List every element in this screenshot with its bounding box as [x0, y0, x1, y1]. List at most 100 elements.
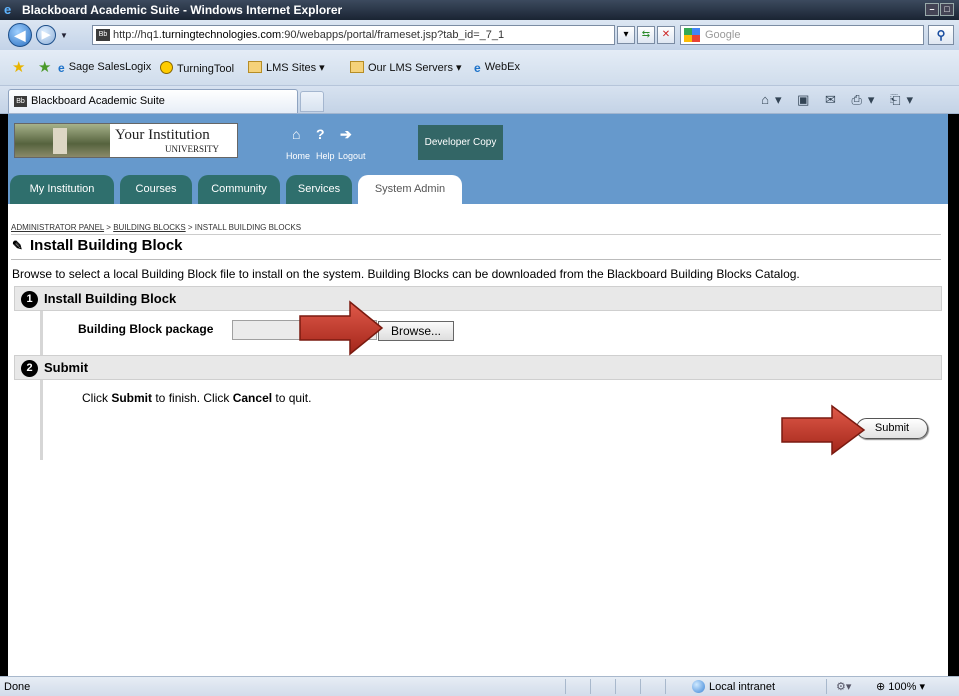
submit-instructions: Click Submit to finish. Click Cancel to … — [82, 391, 311, 405]
section-submit-header: 2 Submit — [14, 355, 942, 380]
site-favicon-icon: Bb — [96, 29, 110, 41]
campus-image — [15, 124, 110, 157]
instr-submit: Submit — [111, 391, 153, 405]
folder-icon — [248, 61, 262, 73]
browser-tab-row: Bb Blackboard Academic Suite ⌂▾ ▣ ✉ ⎙▾ ⎗… — [0, 86, 959, 114]
status-divider — [665, 679, 666, 694]
fav-label: Our LMS Servers ▾ — [368, 62, 462, 74]
breadcrumb-separator: > — [185, 223, 195, 232]
fav-webex[interactable]: e WebEx — [474, 61, 520, 75]
tab-system-admin[interactable]: System Admin — [358, 175, 462, 204]
logout-icon[interactable]: ➔ — [340, 126, 352, 143]
status-divider — [640, 679, 641, 694]
section-install-header: 1 Install Building Block — [14, 286, 942, 311]
history-dropdown-icon[interactable]: ▼ — [60, 31, 68, 40]
browse-button[interactable]: Browse... — [378, 321, 454, 341]
instr-part: Click — [82, 391, 112, 405]
url-host: turningtechnologies.com — [161, 29, 282, 41]
header-icon-group: ⌂ ? ➔ Home Help Logout — [286, 126, 396, 166]
browser-tab[interactable]: Bb Blackboard Academic Suite — [8, 89, 298, 113]
submit-button[interactable]: Submit — [856, 418, 928, 439]
zoom-control[interactable]: ⊕ 100% ▾ — [876, 680, 925, 693]
address-bar-row: ◀ ▶ ▼ Bb http://hq1.turningtechnologies.… — [0, 20, 959, 50]
tab-favicon-icon: Bb — [14, 96, 27, 107]
ie-logo-icon: e — [4, 2, 12, 17]
instr-part: to quit. — [272, 391, 312, 405]
forward-button[interactable]: ▶ — [36, 25, 56, 45]
google-icon — [684, 28, 700, 42]
refresh-icon[interactable]: ⇆ — [637, 26, 655, 44]
ie-page-icon: e — [474, 61, 481, 75]
breadcrumb-separator: > — [104, 223, 114, 232]
status-divider — [565, 679, 566, 694]
institution-logo[interactable]: Your Institution UNIVERSITY — [14, 123, 238, 158]
instr-cancel: Cancel — [232, 391, 273, 405]
command-bar-icons[interactable]: ⌂▾ ▣ ✉ ⎙▾ ⎗▾ — [761, 92, 919, 108]
new-tab-button[interactable] — [300, 91, 324, 112]
breadcrumb-building-blocks[interactable]: BUILDING BLOCKS — [113, 223, 185, 232]
back-button[interactable]: ◀ — [8, 23, 32, 47]
status-divider — [615, 679, 616, 694]
favorites-star-icon[interactable]: ★ — [12, 58, 25, 76]
fav-sage-saleslogix[interactable]: e Sage SalesLogix — [58, 61, 152, 75]
help-icon[interactable]: ? — [316, 126, 325, 142]
url-rest: :90/webapps/portal/frameset.jsp?tab_id=_… — [281, 29, 505, 41]
home-icon[interactable]: ⌂ — [292, 126, 300, 142]
status-divider — [826, 679, 827, 694]
browser-tab-label: Blackboard Academic Suite — [31, 95, 165, 107]
window-title: Blackboard Academic Suite - Windows Inte… — [22, 3, 343, 17]
step-1-badge: 1 — [21, 291, 38, 308]
minimize-button[interactable]: – — [925, 3, 939, 16]
institution-name: Your Institution — [115, 127, 210, 143]
search-button[interactable]: ⚲ — [928, 25, 954, 45]
developer-copy-badge: Developer Copy — [418, 125, 503, 160]
turningtool-icon — [160, 61, 173, 74]
help-link[interactable]: Help — [316, 151, 335, 161]
bb-header: Your Institution UNIVERSITY ⌂ ? ➔ Home H… — [8, 114, 948, 204]
tab-services[interactable]: Services — [286, 175, 352, 204]
fav-turningtool[interactable]: TurningTool — [160, 61, 234, 75]
section-2-rule — [40, 380, 43, 460]
building-block-package-label: Building Block package — [78, 322, 214, 336]
tab-courses[interactable]: Courses — [120, 175, 192, 204]
ie-page-icon: e — [58, 61, 65, 75]
step-2-badge: 2 — [21, 360, 38, 377]
url-field[interactable]: Bb http://hq1.turningtechnologies.com:90… — [92, 25, 615, 45]
stop-icon[interactable]: ✕ — [657, 26, 675, 44]
fav-label: TurningTool — [177, 63, 235, 75]
home-link[interactable]: Home — [286, 151, 310, 161]
zone-label: Local intranet — [709, 681, 776, 693]
title-divider — [11, 259, 941, 260]
maximize-button[interactable]: □ — [940, 3, 954, 16]
url-prefix: http://hq1. — [113, 29, 162, 41]
add-favorite-icon[interactable]: ★ — [38, 58, 51, 76]
status-bar: Done Local intranet ⚙▾ ⊕ 100% ▾ — [0, 676, 959, 696]
logout-link[interactable]: Logout — [338, 151, 366, 161]
section-install-title: Install Building Block — [44, 291, 177, 306]
university-label: UNIVERSITY — [165, 144, 219, 154]
breadcrumb: ADMINISTRATOR PANEL > BUILDING BLOCKS > … — [11, 223, 941, 235]
fav-label: WebEx — [484, 61, 520, 73]
globe-icon — [692, 680, 705, 693]
page-title: ✎ Install Building Block — [12, 237, 183, 254]
url-dropdown-icon[interactable]: ▾ — [617, 26, 635, 44]
fav-our-lms-servers[interactable]: Our LMS Servers ▾ — [350, 61, 462, 74]
tab-community[interactable]: Community — [198, 175, 280, 204]
fav-label: Sage SalesLogix — [68, 61, 152, 73]
folder-icon — [350, 61, 364, 73]
security-zone: Local intranet — [692, 680, 775, 693]
zoom-value: 100% — [888, 681, 917, 693]
status-divider — [590, 679, 591, 694]
search-input[interactable]: Google — [680, 25, 924, 45]
protected-mode-icon[interactable]: ⚙▾ — [836, 680, 851, 693]
fav-label: LMS Sites ▾ — [266, 62, 325, 74]
callout-arrow-submit — [781, 404, 866, 456]
section-submit-title: Submit — [44, 360, 89, 375]
fav-lms-sites[interactable]: LMS Sites ▾ — [248, 61, 325, 74]
tab-my-institution[interactable]: My Institution — [10, 175, 114, 204]
window-titlebar: e Blackboard Academic Suite - Windows In… — [0, 0, 959, 20]
favorites-bar: ★ ★ e Sage SalesLogix TurningTool LMS Sit… — [0, 50, 959, 86]
page-title-text: Install Building Block — [30, 237, 183, 254]
breadcrumb-admin-panel[interactable]: ADMINISTRATOR PANEL — [11, 223, 104, 232]
breadcrumb-current: INSTALL BUILDING BLOCKS — [194, 223, 302, 232]
